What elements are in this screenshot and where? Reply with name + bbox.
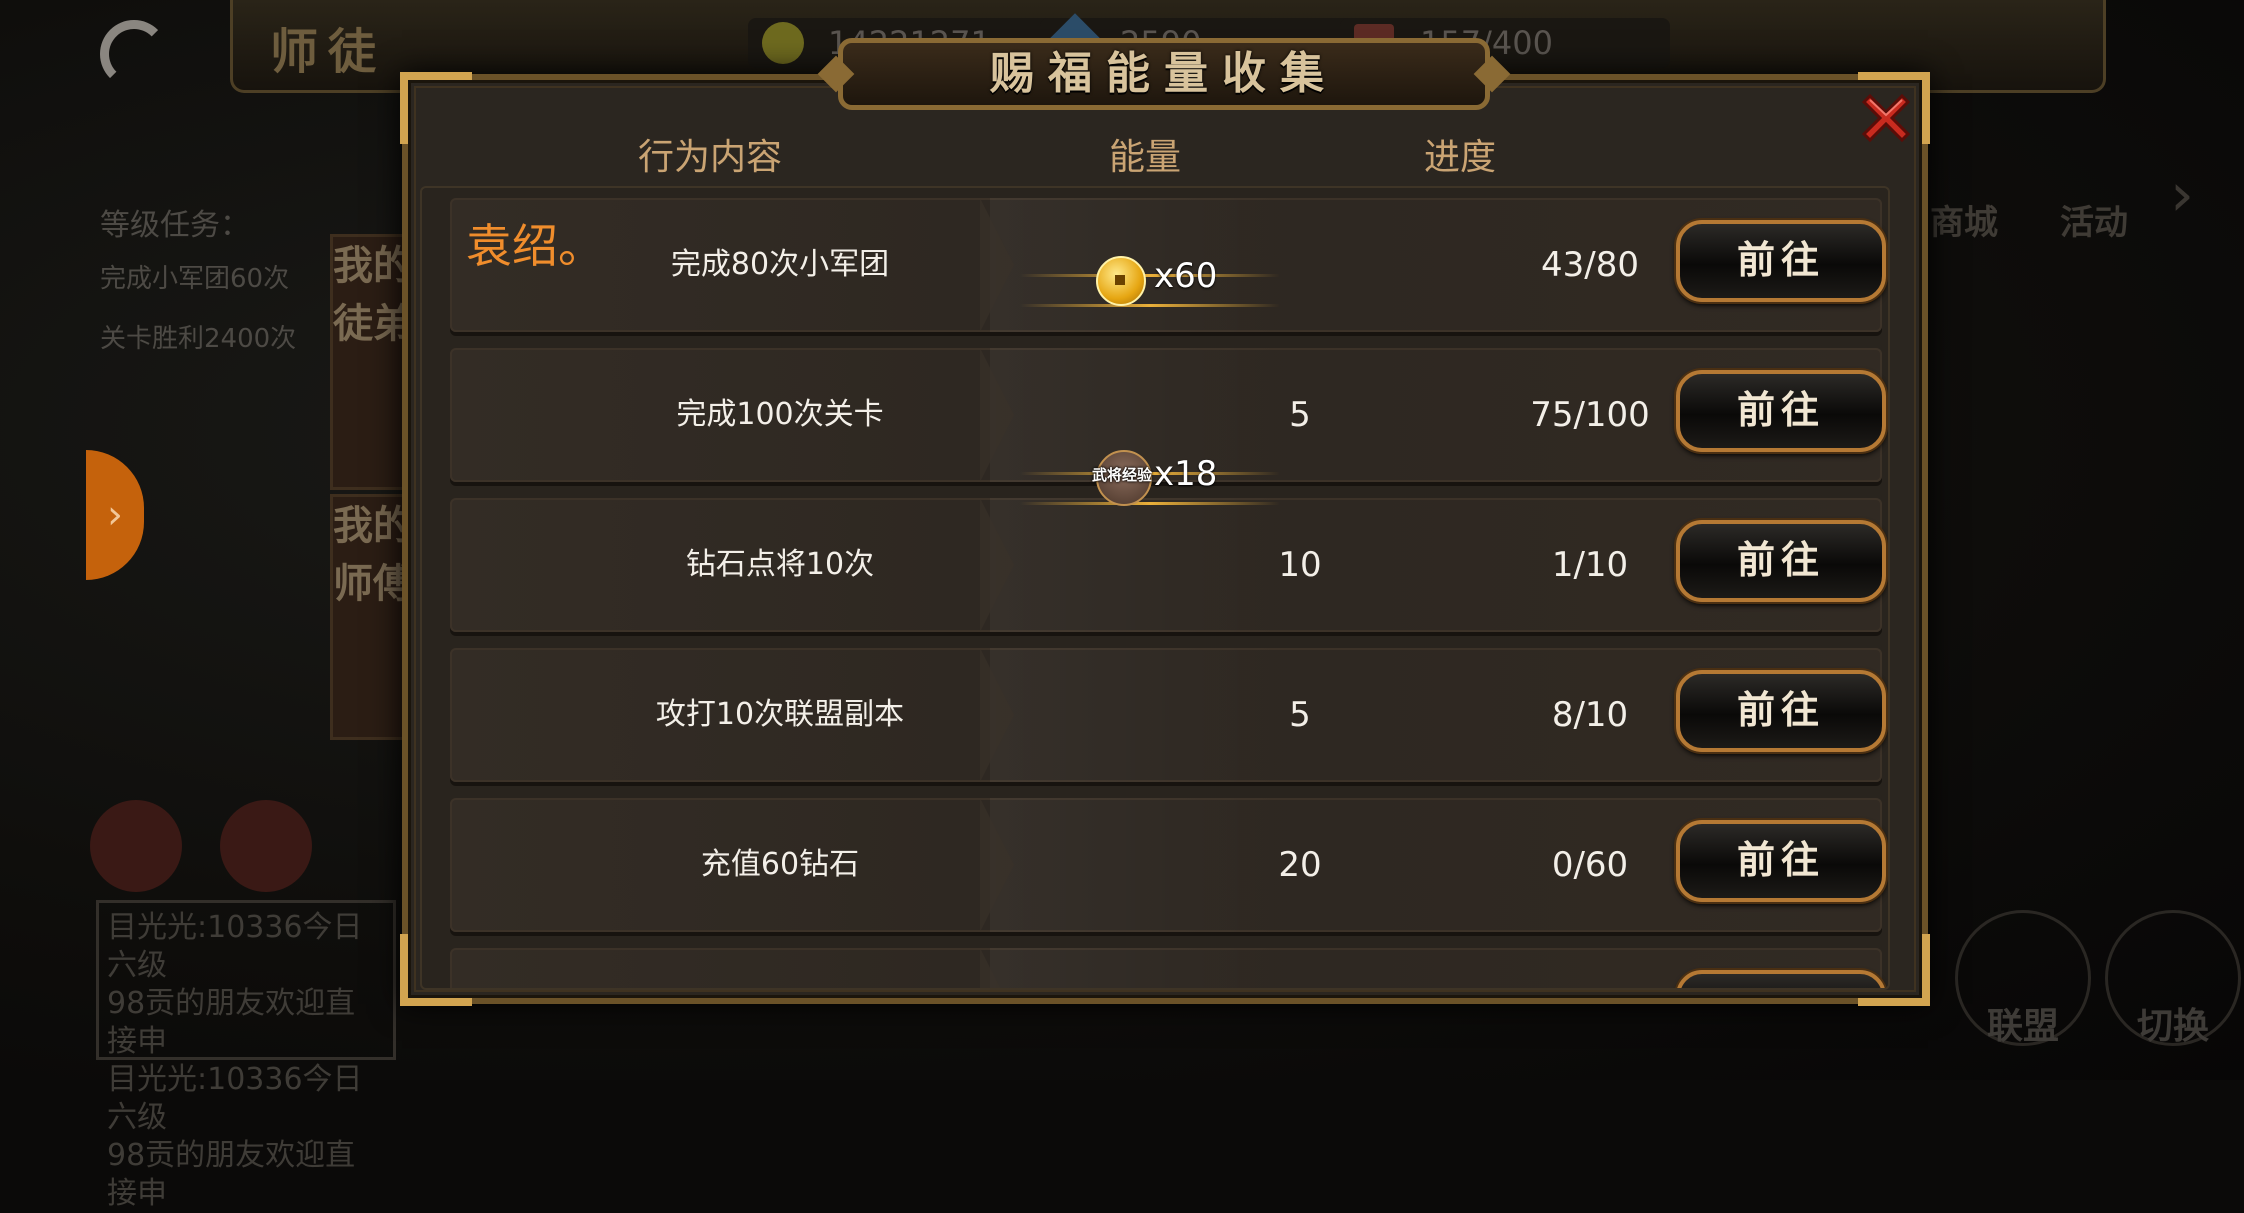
column-header-task: 行为内容 xyxy=(637,137,782,178)
go-button[interactable]: 前往 xyxy=(1676,820,1886,902)
microphone-icon[interactable] xyxy=(220,800,312,892)
dialog-title: 赐福能量收集 xyxy=(990,48,1338,99)
coin-icon xyxy=(762,22,804,64)
background-title: 师徒 xyxy=(270,24,387,80)
glow-line xyxy=(1020,274,1280,277)
go-button[interactable]: 前往 xyxy=(1676,520,1886,602)
alliance-button[interactable]: 联盟 xyxy=(1955,910,2091,1047)
energy-value: 5 xyxy=(1289,695,1311,735)
energy-value: 10 xyxy=(1278,545,1322,585)
glow-line xyxy=(1020,502,1280,505)
table-row: 攻打10次联盟副本 5 8/10 前往 xyxy=(450,648,1886,782)
chat-line: 目光光:10336今日六级 xyxy=(107,1062,363,1135)
reward-quantity: x60 xyxy=(1154,256,1218,296)
phone-icon xyxy=(100,20,168,88)
close-button[interactable] xyxy=(1856,88,1916,148)
energy-value: 20 xyxy=(1278,845,1322,885)
column-header-progress: 进度 xyxy=(1423,137,1496,178)
table-row: 钻石点将10次 10 1/10 前往 xyxy=(450,498,1886,632)
chat-line: 目光光:10336今日六级 xyxy=(107,910,363,983)
expand-panel-button[interactable]: › xyxy=(86,450,144,580)
close-x-icon xyxy=(1861,93,1911,143)
go-button[interactable] xyxy=(1676,970,1886,988)
chat-line: 98贡的朋友欢迎直接申 xyxy=(107,1138,356,1211)
dialog-title-plate: 赐福能量收集 xyxy=(838,38,1490,110)
events-label[interactable]: 活动 xyxy=(2060,195,2128,244)
switch-label: 切换 xyxy=(2136,1006,2209,1047)
reward-quantity: x18 xyxy=(1154,454,1218,494)
chat-log: 目光光:10336今日六级 98贡的朋友欢迎直接申 目光光:10336今日六级 … xyxy=(96,900,396,1211)
chat-line: 98贡的朋友欢迎直接申 xyxy=(107,986,356,1059)
table-row xyxy=(450,948,1886,988)
level-task-item: 关卡胜利2400次 xyxy=(100,324,297,354)
frame-corner xyxy=(400,72,472,144)
level-task-item: 完成小军团60次 xyxy=(100,264,290,294)
reward-popup: 武将经验 x18 xyxy=(1020,444,1280,506)
task-text: 完成80次小军团 xyxy=(670,247,890,282)
hero-name-text: 袁绍。 xyxy=(466,219,604,273)
chevron-right-icon[interactable]: › xyxy=(2170,160,2194,230)
column-header-energy: 能量 xyxy=(1108,137,1181,178)
shop-label[interactable]: 商城 xyxy=(1930,195,1998,244)
glow-line xyxy=(1020,304,1280,307)
table-row: 充值60钻石 20 0/60 前往 xyxy=(450,798,1886,932)
go-button[interactable]: 前往 xyxy=(1676,370,1886,452)
chevron-right-icon: › xyxy=(107,492,123,538)
task-text: 攻打10次联盟副本 xyxy=(655,697,905,732)
chat-icon[interactable] xyxy=(90,800,182,892)
reward-popup: x60 xyxy=(1020,246,1280,307)
go-button[interactable]: 前往 xyxy=(1676,220,1886,302)
row-highlight xyxy=(990,948,1290,988)
task-text: 充值60钻石 xyxy=(700,847,860,882)
reward-label: 武将经验 xyxy=(1091,466,1152,484)
task-text: 钻石点将10次 xyxy=(685,547,875,582)
switch-button[interactable]: 切换 xyxy=(2105,910,2241,1047)
level-task-label: 等级任务： xyxy=(100,208,250,243)
gold-coin-icon xyxy=(1096,256,1146,306)
alliance-label: 联盟 xyxy=(1986,1006,2059,1047)
task-text: 完成100次关卡 xyxy=(676,397,884,432)
go-button[interactable]: 前往 xyxy=(1676,670,1886,752)
